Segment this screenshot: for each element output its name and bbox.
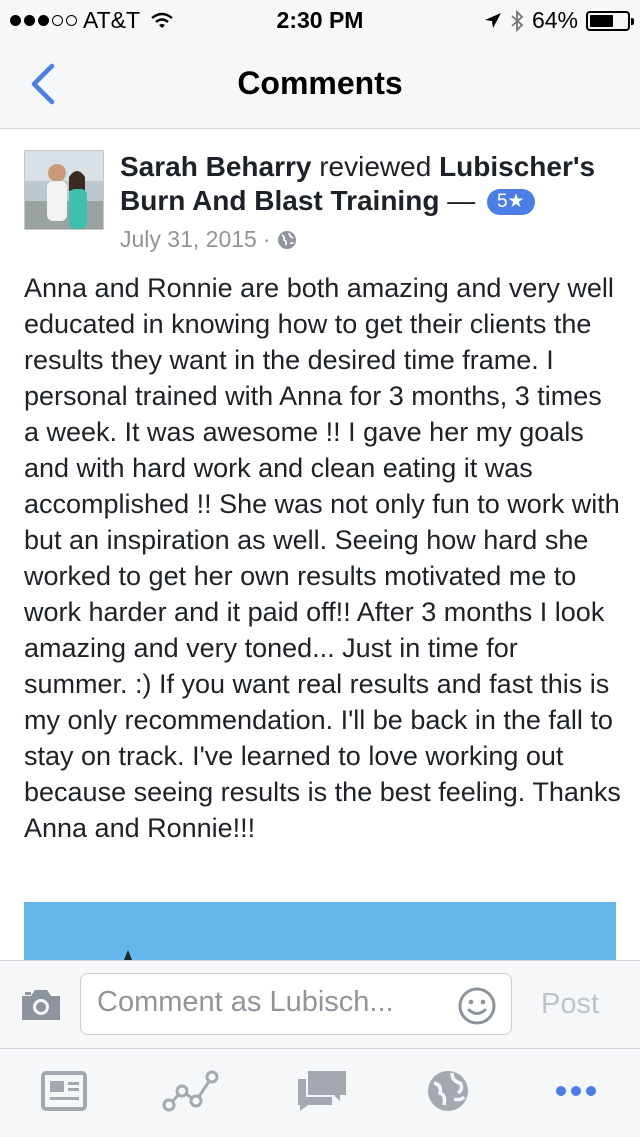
battery-percent: 64% bbox=[531, 7, 578, 33]
comment-bar: Comment as Lubisch... Post bbox=[0, 960, 640, 1049]
battery-icon bbox=[586, 10, 634, 31]
sticker-button[interactable] bbox=[457, 986, 497, 1031]
comment-input[interactable]: Comment as Lubisch... bbox=[80, 973, 512, 1035]
post-meta: July 31, 2015 · bbox=[120, 226, 297, 253]
camera-button[interactable] bbox=[20, 988, 62, 1027]
more-icon bbox=[556, 1086, 596, 1096]
attached-photo[interactable] bbox=[24, 902, 616, 960]
rating-badge: 5★ bbox=[486, 189, 535, 215]
tab-bar bbox=[0, 1048, 640, 1137]
author-avatar[interactable] bbox=[24, 150, 104, 230]
tab-news-feed[interactable] bbox=[40, 1069, 90, 1117]
review-action: reviewed bbox=[319, 151, 432, 182]
location-arrow-icon bbox=[484, 12, 501, 28]
messages-icon bbox=[298, 1071, 346, 1111]
photo-content bbox=[124, 950, 132, 960]
bluetooth-icon bbox=[511, 9, 524, 32]
post-header: Sarah Beharry reviewed Lubischer's Burn … bbox=[120, 150, 620, 218]
camera-icon bbox=[22, 990, 60, 1020]
navigation-bar: Comments bbox=[0, 40, 640, 129]
smiley-icon bbox=[458, 987, 496, 1025]
tab-insights[interactable] bbox=[162, 1069, 219, 1117]
avatar-photo bbox=[25, 151, 103, 229]
tab-more[interactable] bbox=[554, 1069, 604, 1117]
status-bar: AT&T 2:30 PM 64% bbox=[0, 0, 640, 40]
post-button[interactable]: Post bbox=[541, 988, 599, 1021]
date-separator: · bbox=[262, 226, 271, 252]
page-title: Comments bbox=[237, 65, 403, 101]
status-right: 64% bbox=[484, 7, 634, 34]
tab-messages[interactable] bbox=[296, 1069, 346, 1117]
post-date[interactable]: July 31, 2015 bbox=[120, 226, 257, 253]
review-text: Anna and Ronnie are both amazing and ver… bbox=[24, 273, 621, 843]
tab-globe[interactable] bbox=[426, 1069, 476, 1117]
author-name[interactable]: Sarah Beharry bbox=[120, 151, 311, 182]
header-separator: — bbox=[447, 185, 476, 216]
news-feed-icon bbox=[41, 1071, 87, 1111]
globe-icon bbox=[277, 230, 296, 249]
comment-placeholder: Comment as Lubisch... bbox=[97, 986, 394, 1018]
insights-icon bbox=[162, 1070, 219, 1112]
globe-icon bbox=[428, 1071, 468, 1111]
